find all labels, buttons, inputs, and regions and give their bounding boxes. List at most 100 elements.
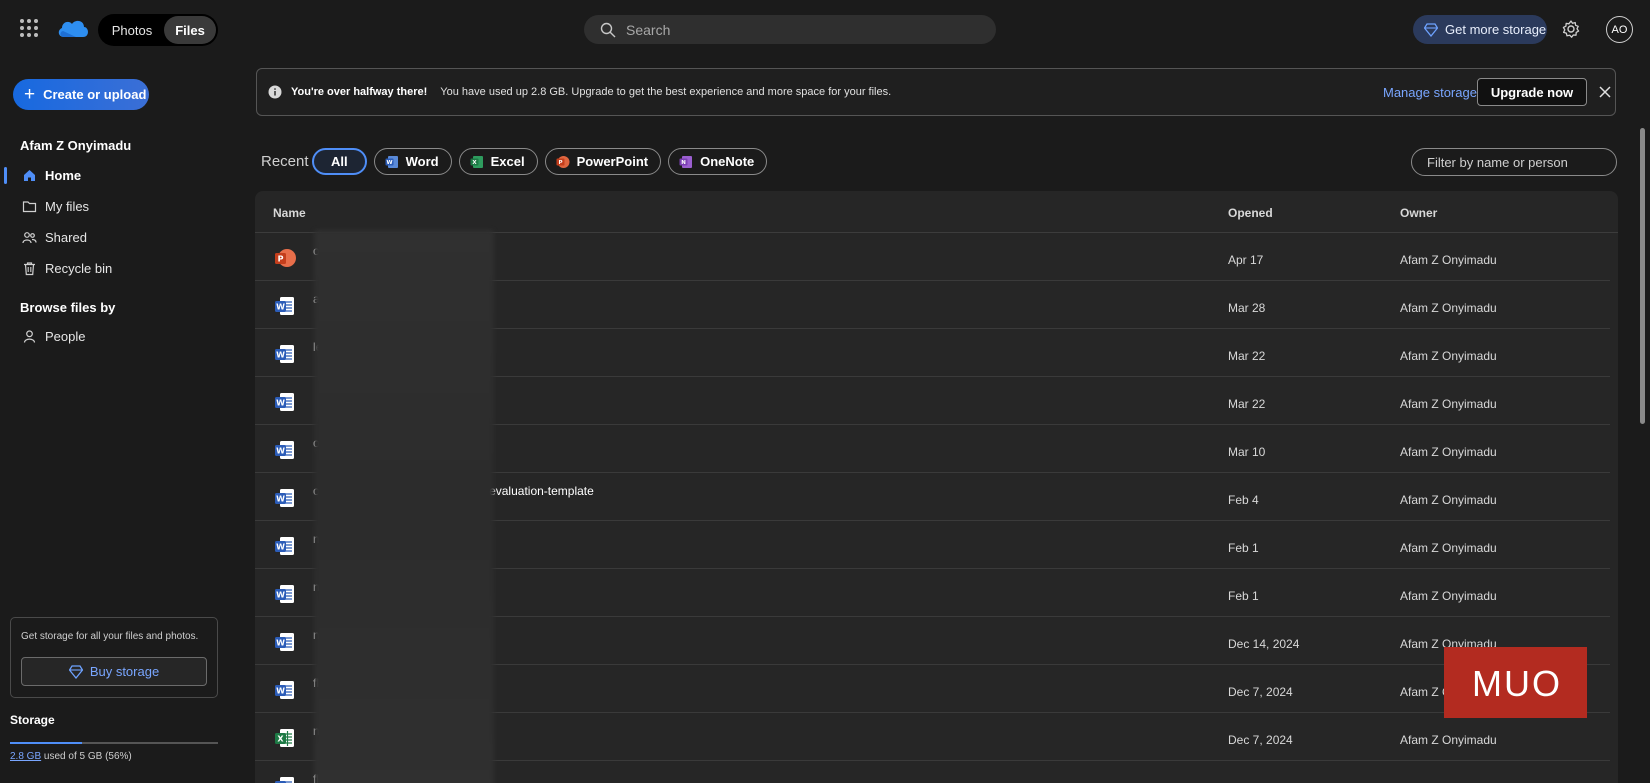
scrollbar[interactable] [1640, 128, 1645, 424]
svg-text:W: W [276, 303, 285, 312]
chip-label: Word [405, 154, 439, 169]
file-opened-date: Mar 22 [1228, 397, 1266, 411]
column-header-owner[interactable]: Owner [1400, 206, 1437, 220]
filter-by-name-input[interactable] [1411, 148, 1617, 176]
people-nav: People [0, 321, 230, 352]
diamond-icon [68, 664, 83, 679]
trash-icon [24, 262, 35, 276]
column-header-name[interactable]: Name [273, 206, 306, 220]
sidebar-item-shared[interactable]: Shared [0, 222, 230, 253]
file-opened-date: Apr 17 [1228, 253, 1264, 267]
file-owner: Afam Z Onyimadu [1400, 397, 1497, 411]
svg-text:W: W [276, 495, 285, 504]
svg-text:N: N [681, 160, 686, 166]
file-owner: Afam Z Onyimadu [1400, 589, 1497, 603]
file-owner: Afam Z Onyimadu [1400, 349, 1497, 363]
info-icon [268, 85, 282, 99]
browse-files-title: Browse files by [20, 300, 116, 315]
word-file-icon: W [275, 777, 294, 783]
word-file-icon: W [275, 681, 294, 699]
table-header: Name Opened Owner [255, 191, 1618, 233]
svg-text:P: P [558, 160, 562, 166]
column-header-opened[interactable]: Opened [1228, 206, 1273, 220]
filter-chip-excel[interactable]: X Excel [458, 148, 538, 175]
redaction-blur [314, 230, 494, 783]
word-file-icon: W [275, 345, 294, 363]
word-file-icon: W [275, 393, 294, 411]
word-file-icon: W [275, 441, 294, 459]
storage-title: Storage [10, 713, 55, 727]
tab-files[interactable]: Files [164, 16, 216, 44]
search-box [584, 15, 996, 44]
sidebar-item-label: Home [45, 168, 82, 183]
file-owner: Afam Z Onyimadu [1400, 445, 1497, 459]
file-opened-date: Mar 28 [1228, 301, 1266, 315]
word-file-icon: W [275, 585, 294, 603]
folder-icon [22, 201, 37, 213]
tab-photos[interactable]: Photos [100, 16, 164, 44]
filter-chip-onenote[interactable]: N OneNote [668, 148, 768, 175]
file-opened-date: Dec 7, 2024 [1228, 685, 1293, 699]
filter-chip-word[interactable]: W Word [373, 148, 452, 175]
file-owner: Afam Z Onyimadu [1400, 493, 1497, 507]
file-opened-date: Feb 4 [1228, 493, 1259, 507]
close-icon[interactable] [1596, 83, 1614, 101]
sidebar-item-my-files[interactable]: My files [0, 191, 230, 222]
gear-icon[interactable] [1561, 19, 1581, 39]
diamond-icon [1424, 22, 1438, 37]
excel-file-icon: X [275, 729, 294, 747]
storage-banner: You're over halfway there! You have used… [256, 68, 1616, 116]
storage-promo-card: Get storage for all your files and photo… [10, 617, 218, 698]
avatar[interactable]: AO [1606, 16, 1633, 43]
app-switcher: Photos Files [98, 14, 218, 46]
svg-text:W: W [276, 639, 285, 648]
filter-chip-all[interactable]: All [312, 148, 367, 175]
plus-icon: + [24, 84, 36, 105]
excel-icon: X [470, 155, 483, 168]
buy-storage-label: Buy storage [89, 664, 160, 679]
create-or-upload-button[interactable]: + Create or upload [13, 79, 149, 110]
svg-text:W: W [386, 160, 392, 166]
buy-storage-button[interactable]: Buy storage [21, 657, 207, 686]
onenote-icon: N [679, 155, 693, 168]
search-input[interactable] [626, 21, 986, 38]
word-file-icon: W [275, 537, 294, 555]
svg-text:X: X [277, 735, 284, 744]
file-type-filters: All W Word X Excel P PowerPoint N OneNot… [312, 148, 774, 175]
file-opened-date: Mar 22 [1228, 349, 1266, 363]
file-owner: Afam Z Onyimadu [1400, 253, 1497, 267]
powerpoint-icon: P [556, 155, 570, 168]
get-more-storage-button[interactable]: Get more storage [1413, 15, 1547, 44]
upgrade-now-button[interactable]: Upgrade now [1477, 78, 1587, 106]
file-owner: Afam Z Onyimadu [1400, 733, 1497, 747]
manage-storage-link[interactable]: Manage storage [1383, 85, 1477, 100]
file-opened-date: Dec 7, 2024 [1228, 733, 1293, 747]
user-name: Afam Z Onyimadu [20, 138, 132, 153]
chip-label: PowerPoint [576, 154, 649, 169]
file-opened-date: Feb 1 [1228, 589, 1259, 603]
file-opened-date: Mar 10 [1228, 445, 1266, 459]
sidebar-nav: Home My files Shared Recycle bin [0, 160, 230, 284]
create-or-upload-label: Create or upload [43, 87, 147, 102]
powerpoint-file-icon: P [275, 249, 296, 267]
sidebar-item-home[interactable]: Home [0, 160, 230, 191]
chip-label: All [331, 154, 348, 169]
storage-used-text: 2.8 GB used of 5 GB (56%) [10, 751, 132, 762]
banner-heading: You're over halfway there! [291, 86, 428, 98]
sidebar-item-recycle-bin[interactable]: Recycle bin [0, 253, 230, 284]
sidebar-item-label: People [45, 329, 86, 344]
storage-used-link[interactable]: 2.8 GB [10, 751, 41, 762]
sidebar-item-people[interactable]: People [0, 321, 230, 352]
word-icon: W [385, 155, 398, 168]
svg-text:W: W [276, 543, 285, 552]
svg-text:W: W [276, 447, 285, 456]
svg-text:W: W [276, 351, 285, 360]
svg-text:P: P [278, 255, 284, 264]
sidebar-item-label: Recycle bin [45, 261, 113, 276]
chip-label: Excel [490, 154, 525, 169]
svg-text:W: W [276, 399, 285, 408]
app-launcher-icon[interactable] [20, 19, 38, 37]
onedrive-cloud-icon[interactable] [56, 16, 90, 40]
filter-chip-powerpoint[interactable]: P PowerPoint [544, 148, 662, 175]
recent-label: Recent [261, 153, 309, 170]
